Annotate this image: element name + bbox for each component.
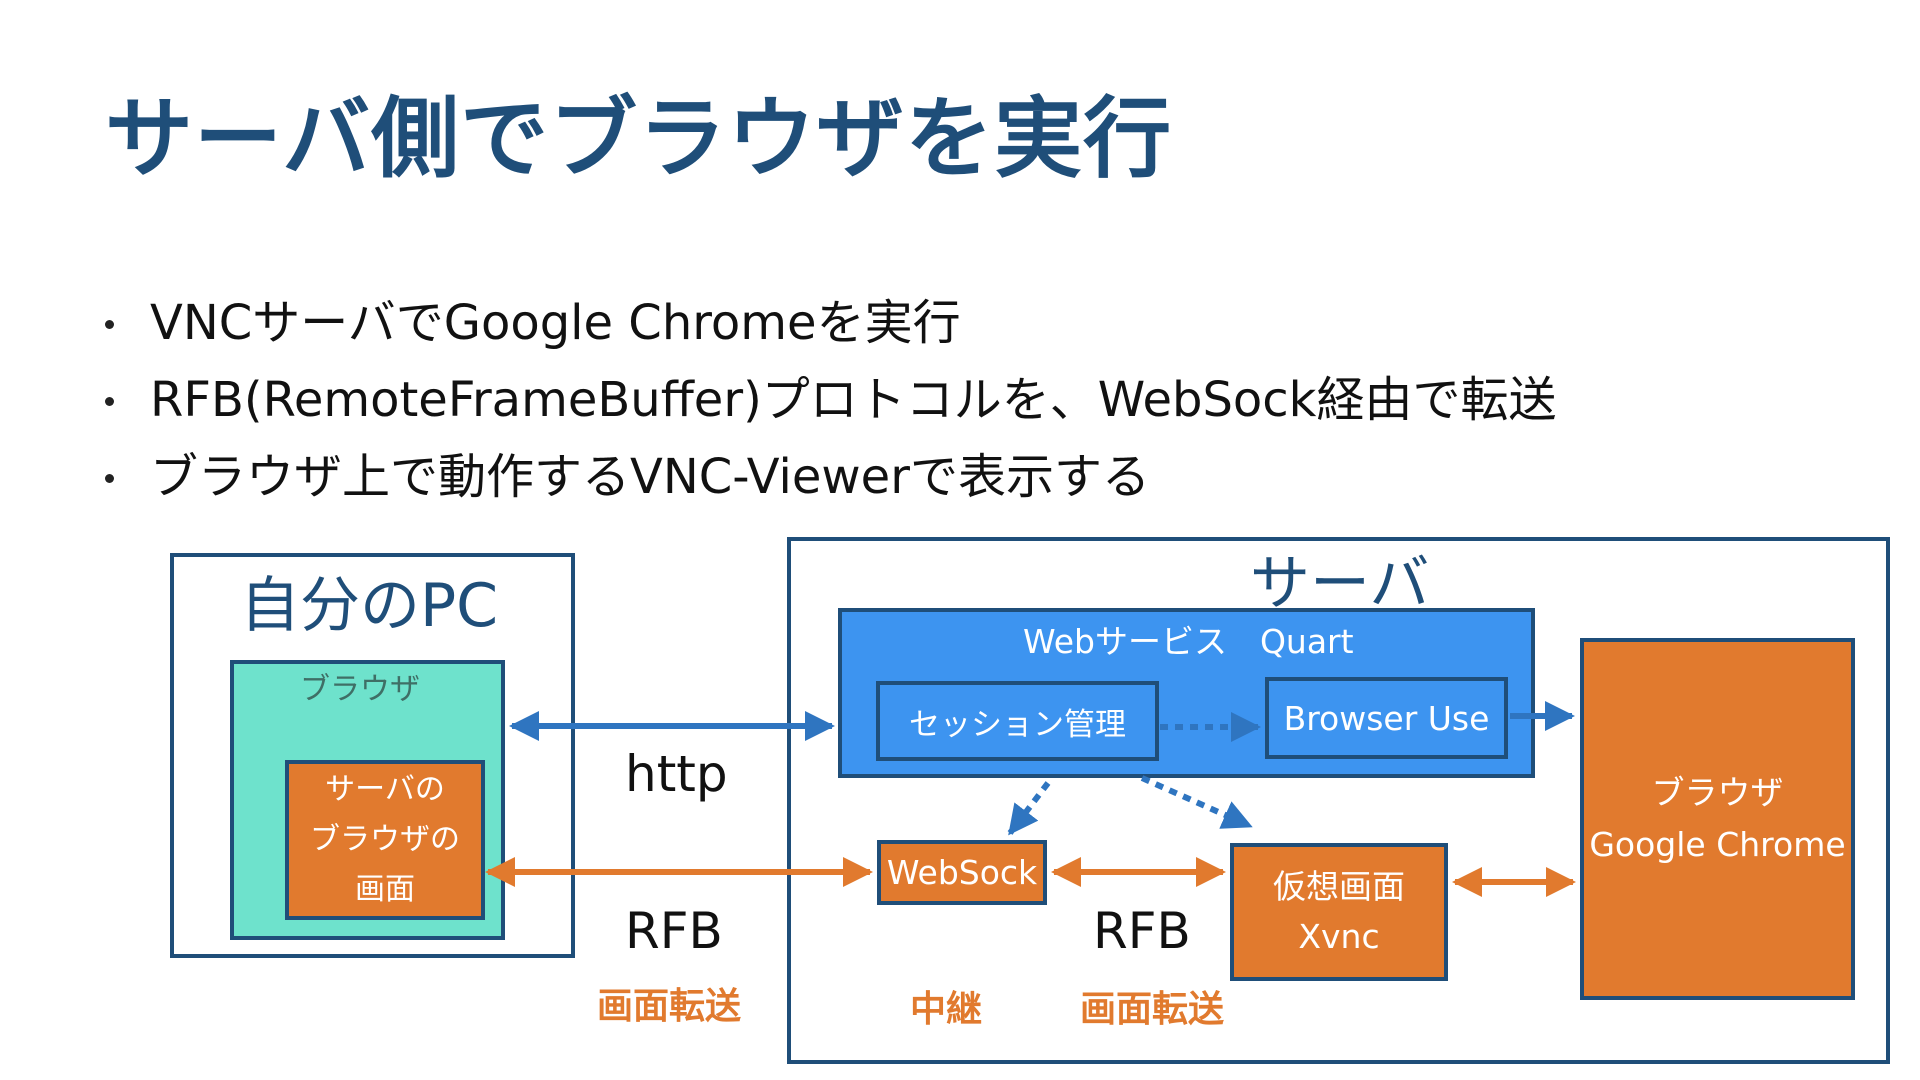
session-to-websock-arrow — [1007, 781, 1051, 836]
connector-arrows — [485, 701, 1576, 897]
session-to-xvnc-arrow — [1140, 775, 1253, 829]
